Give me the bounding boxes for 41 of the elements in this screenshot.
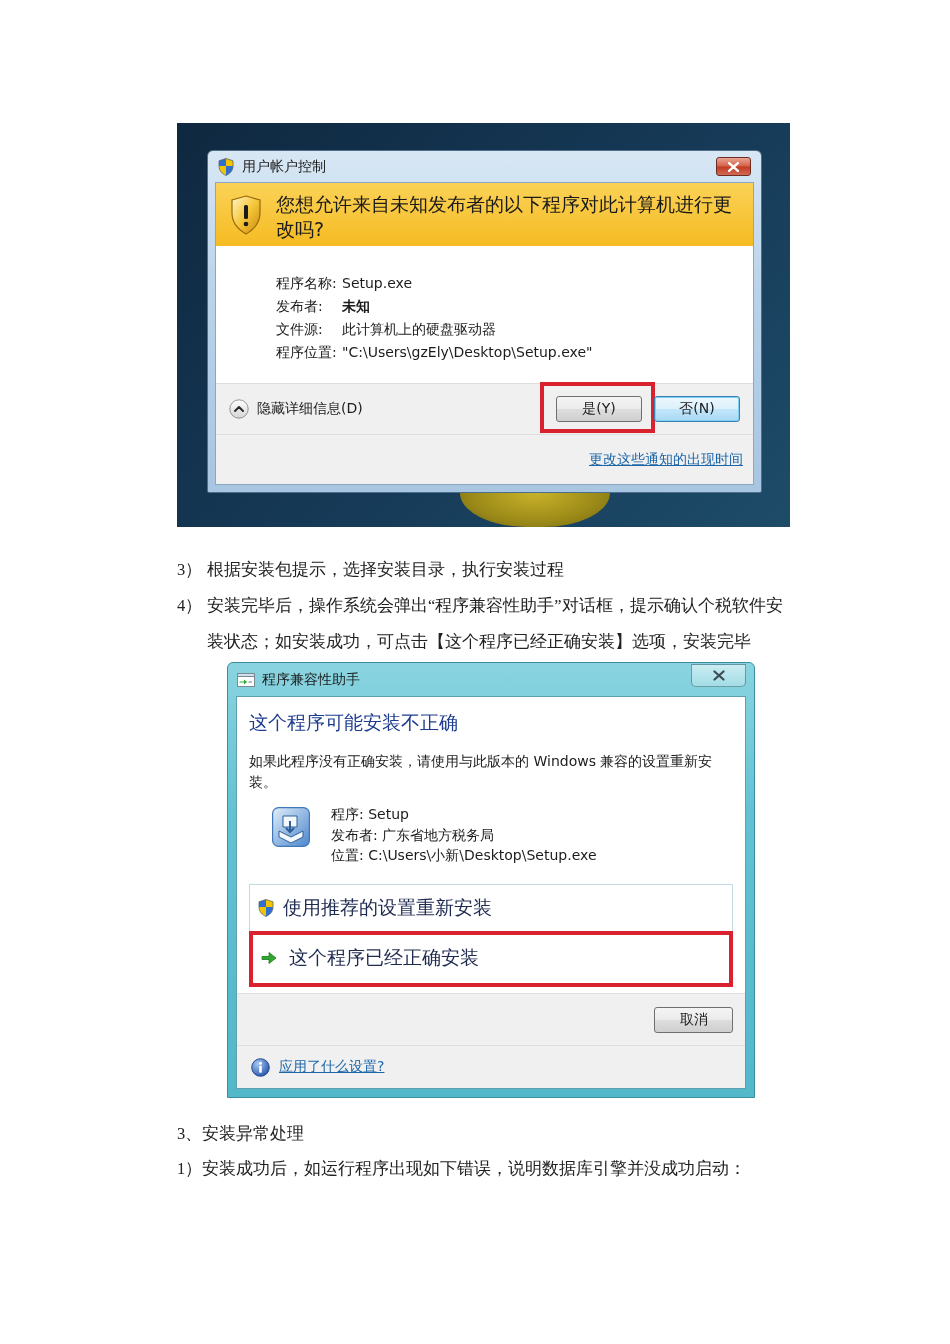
detail-label: 程序名称: — [276, 274, 338, 293]
section-heading: 3、安装异常处理 — [177, 1123, 306, 1145]
paragraph: 1）安装成功后，如运行程序出现如下错误，说明数据库引擎并没成功启动： — [177, 1158, 748, 1180]
detail-value: Setup.exe — [342, 274, 414, 293]
step-number: 4） — [177, 595, 204, 617]
dialog-heading: 这个程序可能安装不正确 — [249, 710, 459, 735]
command-link[interactable]: 这个程序已经正确安装 — [250, 930, 732, 986]
close-button[interactable] — [691, 664, 746, 687]
detail-label: 程序位置: — [276, 343, 338, 362]
command-link[interactable]: 使用推荐的设置重新安装 — [250, 884, 732, 931]
detail-value: 此计算机上的硬盘驱动器 — [342, 320, 497, 339]
program-info: 位置: C:\Users\小新\Desktop\Setup.exe — [331, 846, 597, 865]
detail-label: 发布者: — [276, 297, 324, 316]
close-button[interactable] — [716, 157, 751, 176]
step-text: 安装完毕后，操作系统会弹出“程序兼容性助手”对话框，提示确认个税软件安装状态；如安装成功，可点击【这个程序已经正确安装】选项，安装完毕 — [207, 595, 784, 653]
window-title: 用户帐户控制 — [242, 157, 326, 176]
program-info: 程序: Setup — [331, 805, 410, 824]
prompt-heading: 您想允许来自未知发布者的以下程序对此计算机进行更改吗? — [276, 192, 733, 242]
dialog-button[interactable]: 是(Y) — [556, 396, 642, 422]
step-text: 根据安装包提示，选择安装目录，执行安装过程 — [207, 559, 565, 581]
shield-icon — [218, 157, 234, 176]
help-link[interactable]: 应用了什么设置? — [279, 1058, 385, 1076]
close-icon — [728, 161, 739, 172]
dialog-button[interactable]: 否(N) — [654, 396, 740, 422]
window-title: 程序兼容性助手 — [262, 670, 360, 689]
details-toggle-button[interactable]: 隐藏详细信息(D) — [229, 399, 363, 419]
warning-shield-icon — [230, 195, 262, 235]
app-window-icon — [237, 672, 255, 687]
program-info: 发布者: 广东省地方税务局 — [331, 825, 496, 845]
info-icon — [251, 1057, 270, 1077]
dialog-message: 如果此程序没有正确安装，请使用与此版本的 Windows 兼容的设置重新安装。 — [249, 752, 714, 792]
detail-value: 未知 — [342, 297, 371, 316]
close-icon — [712, 670, 725, 681]
settings-link[interactable]: 更改这些通知的出现时间 — [589, 450, 743, 469]
cancel-button[interactable]: 取消 — [654, 1006, 733, 1033]
detail-label: 文件源: — [276, 320, 324, 339]
step-number: 3） — [177, 559, 204, 581]
arrow-icon — [261, 951, 277, 965]
shield-icon — [258, 898, 274, 917]
setup-program-icon — [272, 807, 310, 847]
detail-value: "C:\Users\gzEly\Desktop\Setup.exe" — [342, 343, 593, 362]
